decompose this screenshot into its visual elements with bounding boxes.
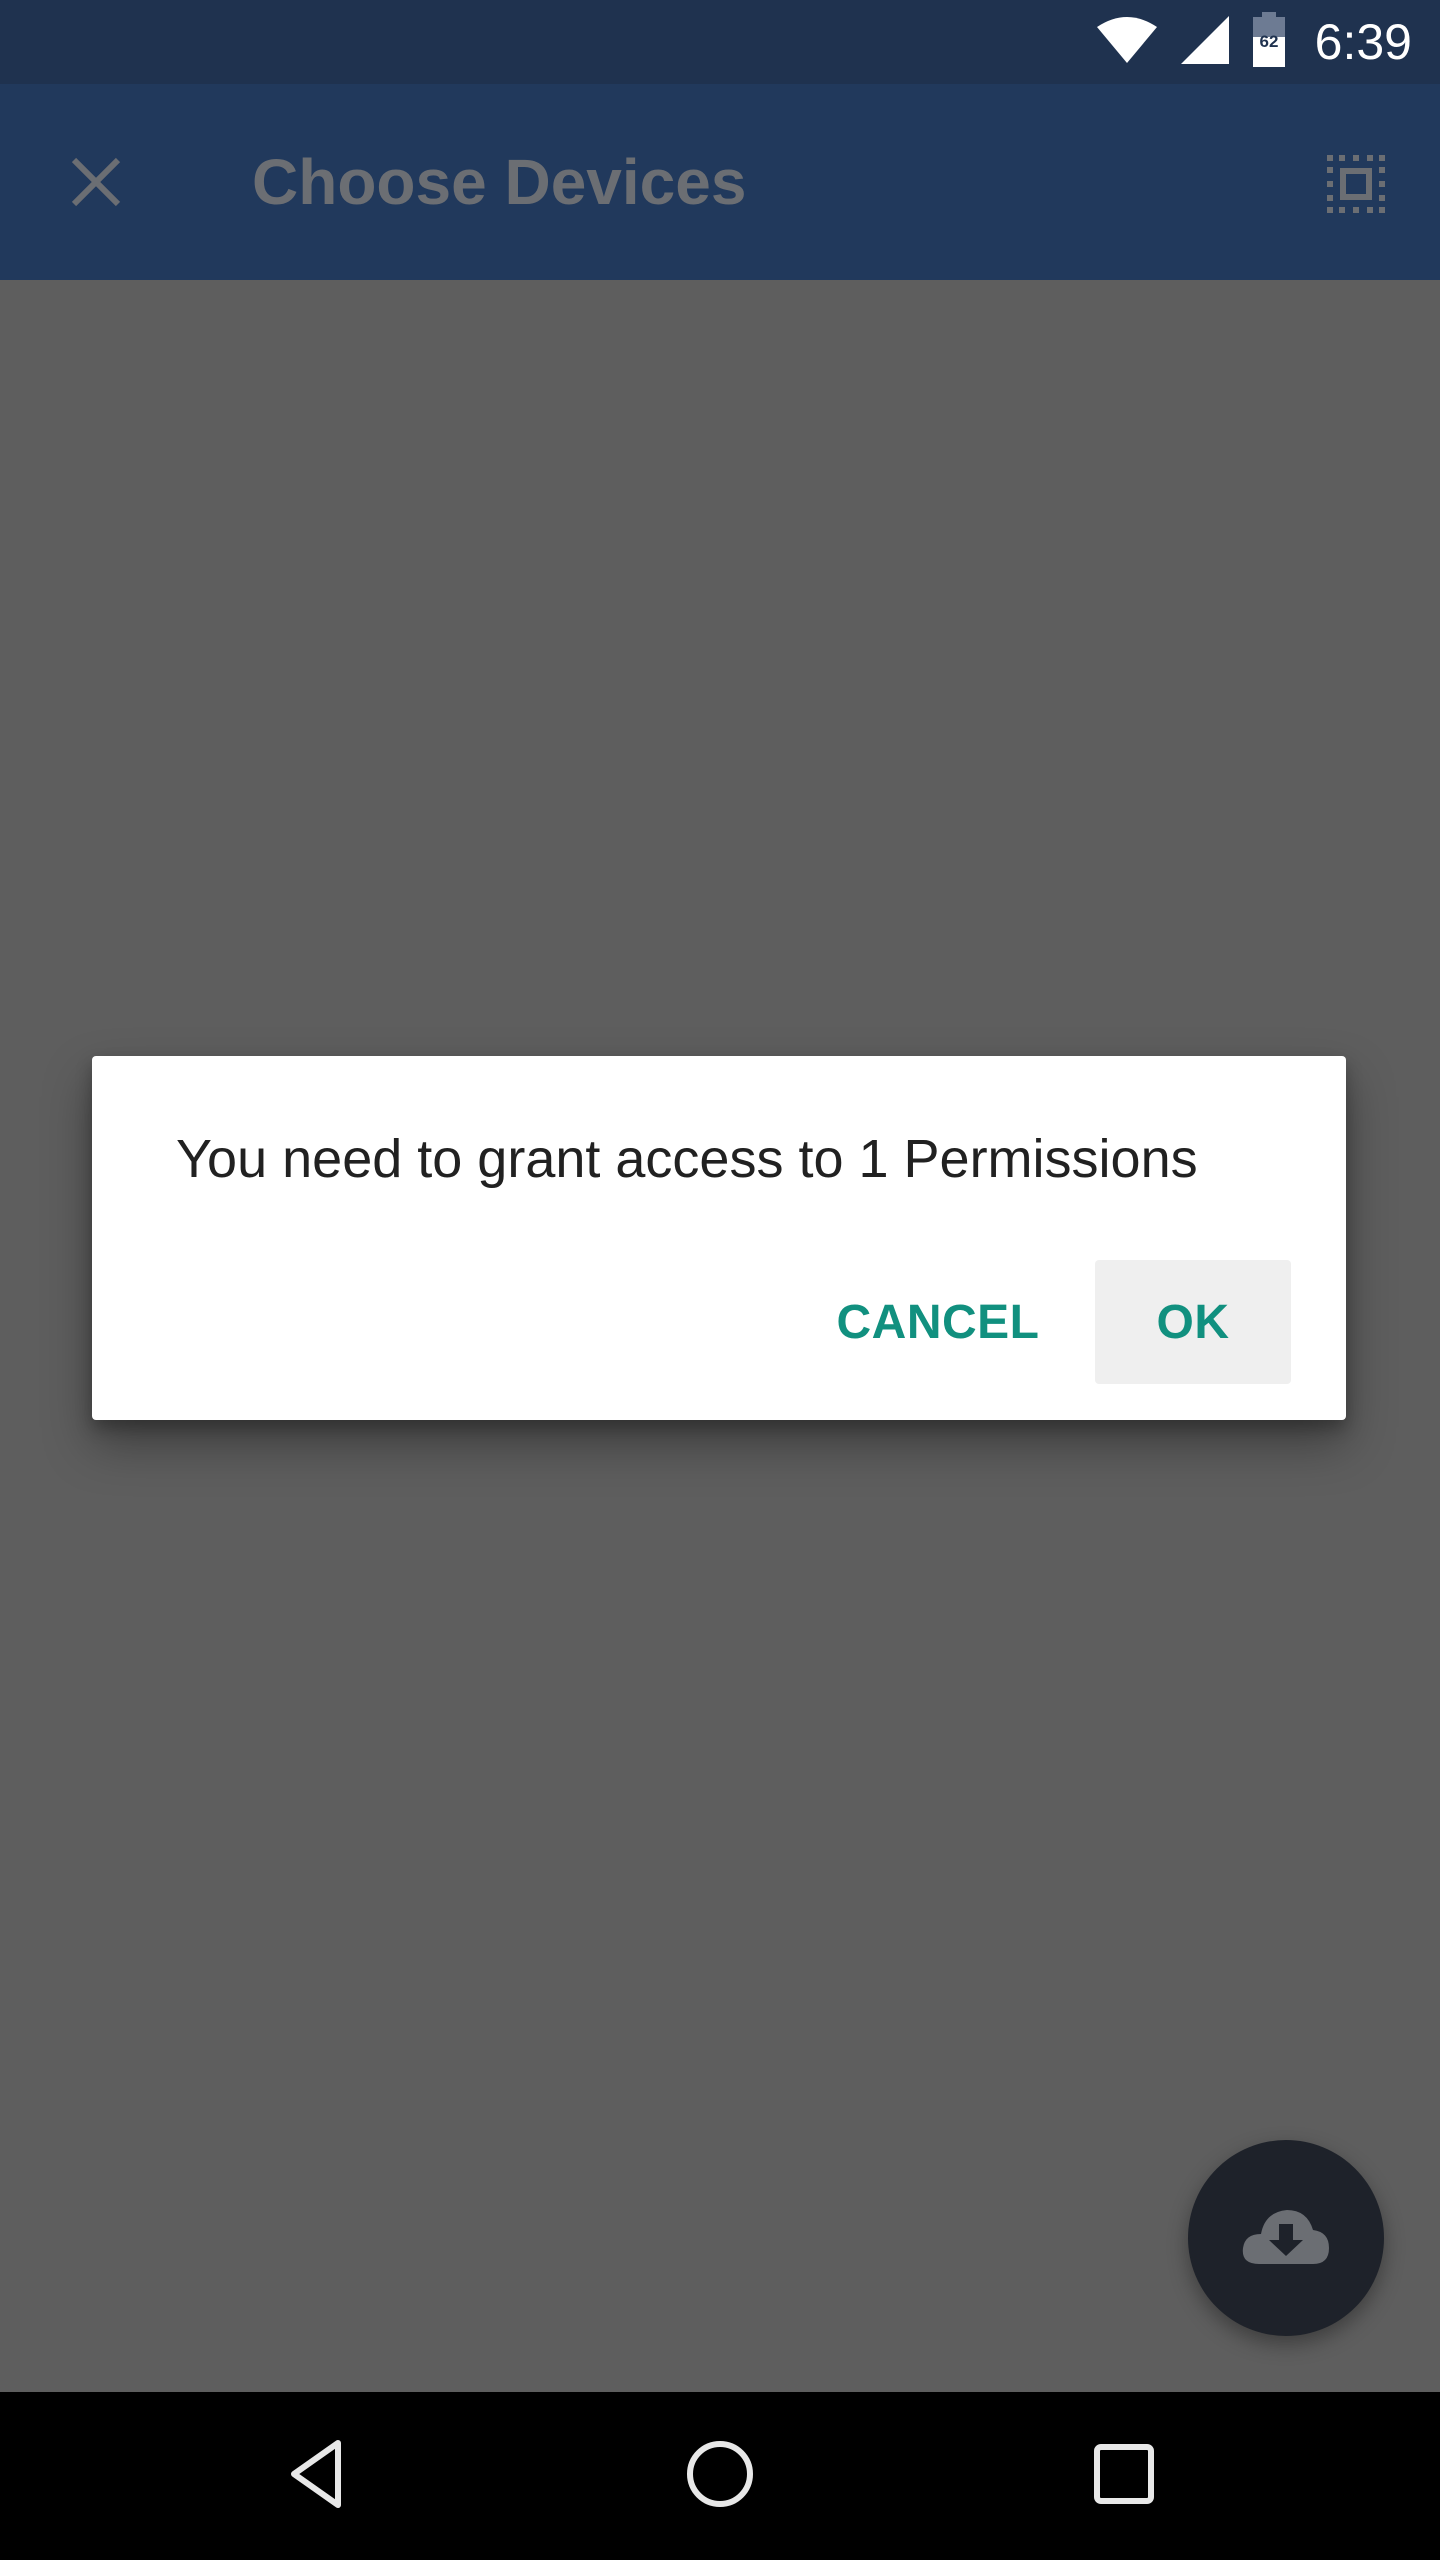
select-all-icon	[1323, 151, 1389, 222]
select-all-button[interactable]	[1316, 146, 1396, 226]
recents-icon	[1092, 2442, 1156, 2511]
status-bar: 62 6:39	[0, 0, 1440, 84]
toolbar: Choose Devices	[0, 84, 1440, 280]
status-icons: 62 6:39	[1095, 0, 1412, 84]
home-button[interactable]	[670, 2426, 770, 2526]
page-title: Choose Devices	[252, 146, 747, 218]
battery-level: 62	[1259, 32, 1278, 51]
cell-signal-icon	[1179, 14, 1231, 71]
ok-button[interactable]: OK	[1095, 1260, 1291, 1384]
permission-dialog: You need to grant access to 1 Permission…	[92, 1056, 1346, 1420]
dialog-message: You need to grant access to 1 Permission…	[176, 1129, 1198, 1189]
cancel-button[interactable]: CANCEL	[818, 1260, 1058, 1384]
back-icon	[286, 2439, 346, 2514]
status-time: 6:39	[1314, 14, 1412, 70]
wifi-icon	[1095, 15, 1159, 70]
close-icon	[68, 154, 124, 215]
home-icon	[685, 2439, 755, 2514]
download-fab[interactable]	[1188, 2140, 1384, 2336]
recents-button[interactable]	[1074, 2426, 1174, 2526]
cloud-download-icon	[1241, 2206, 1331, 2271]
navigation-bar	[0, 2392, 1440, 2560]
close-button[interactable]	[60, 148, 132, 220]
battery-icon: 62	[1251, 11, 1287, 73]
back-button[interactable]	[266, 2426, 366, 2526]
